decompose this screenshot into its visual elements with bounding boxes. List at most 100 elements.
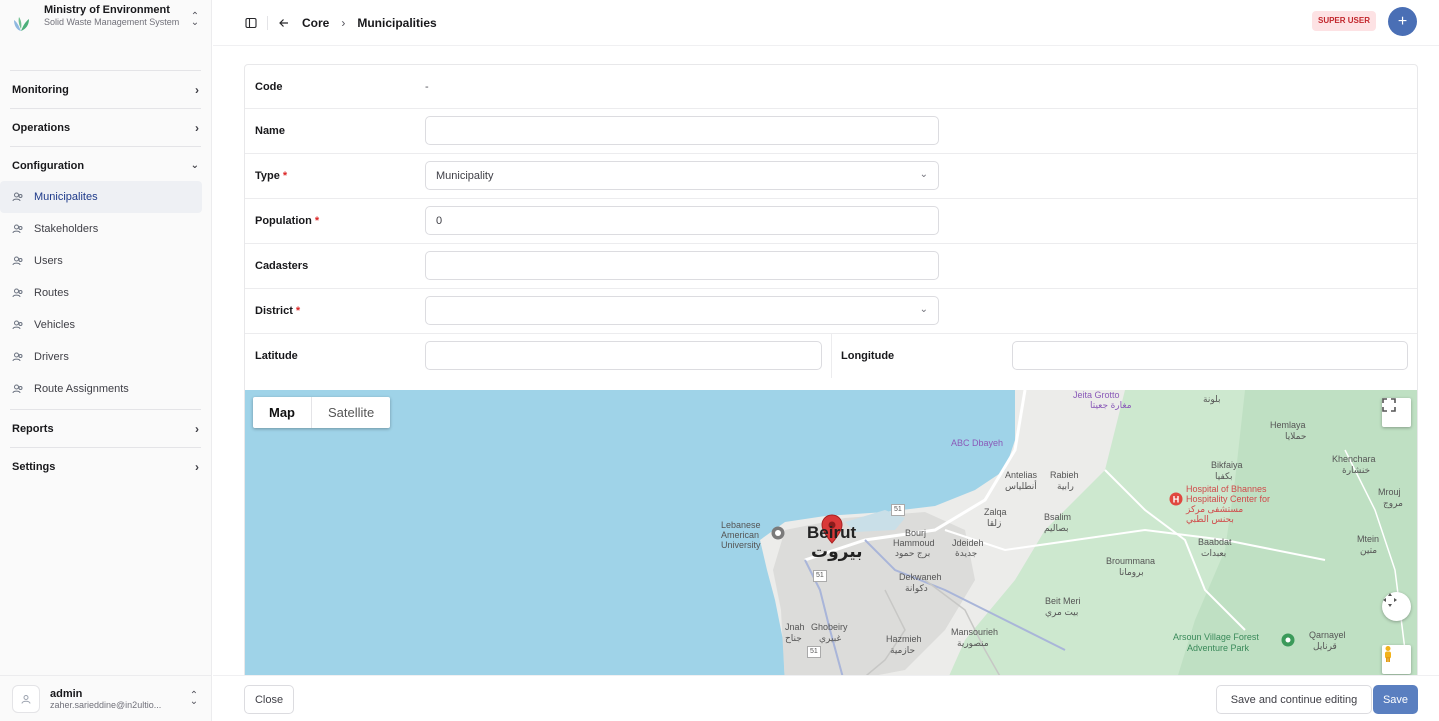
map-label: Hammoud [893, 538, 935, 548]
chevron-right-icon: › [195, 459, 199, 474]
map-label: ABC Dbayeh [951, 438, 1004, 448]
map-label: Mrouj [1378, 487, 1401, 497]
role-badge: SUPER USER [1311, 11, 1376, 31]
back-arrow-icon[interactable] [278, 17, 290, 29]
plus-icon[interactable]: + [1388, 7, 1417, 36]
sidebar-item-drivers[interactable]: Drivers [0, 341, 202, 373]
fullscreen-icon[interactable] [1382, 398, 1411, 427]
nav-group-reports[interactable]: Reports › [0, 410, 211, 447]
form-row-name: Name [245, 109, 1417, 154]
leaf-logo-icon [14, 17, 29, 31]
pan-control-icon[interactable] [1382, 592, 1411, 621]
map-label: بحنس الطبي [1186, 514, 1234, 524]
latitude-input[interactable] [425, 341, 822, 370]
population-input-value: 0 [436, 214, 443, 227]
svg-text:H: H [1173, 495, 1180, 505]
form-row-code: Code - [245, 65, 1417, 109]
save-and-continue-button[interactable]: Save and continue editing [1216, 685, 1372, 714]
map-label: برومانا [1119, 567, 1144, 577]
longitude-label: Longitude [841, 350, 895, 362]
sidebar-item-label: Drivers [34, 351, 69, 363]
map-label: 51 [891, 504, 905, 516]
map-label: Bsalim [1044, 512, 1072, 522]
map-tab-map[interactable]: Map [253, 397, 312, 428]
map-label: زلقا [987, 518, 1002, 528]
map-label: Mtein [1357, 534, 1380, 544]
brand-switcher[interactable]: Ministry of Environment Solid Waste Mana… [0, 0, 211, 48]
latitude-label: Latitude [255, 350, 298, 362]
population-input[interactable]: 0 [425, 206, 939, 235]
map-label: Hazmieh [886, 634, 922, 644]
type-label: Type * [255, 170, 287, 182]
chevron-right-icon: › [341, 15, 346, 30]
map-label: بكفيا [1215, 471, 1233, 481]
users-icon [11, 318, 25, 332]
avatar [12, 684, 40, 713]
population-label: Population * [255, 215, 319, 227]
user-menu[interactable]: admin zaher.sarieddine@in2ultio... ⌃ ⌄ [0, 675, 212, 721]
university-icon [771, 526, 785, 540]
map-label: حازمية [890, 645, 916, 655]
users-icon [11, 382, 25, 396]
sidebar-item-stakeholders[interactable]: Stakeholders [0, 213, 202, 245]
form-row-coordinates: Latitude Longitude [245, 334, 1417, 390]
map-label: بيت مري [1045, 607, 1079, 617]
map-label: Ghobeiry [811, 622, 848, 632]
pegman-icon[interactable] [1382, 645, 1411, 674]
sidebar-item-label: Municipalites [34, 191, 98, 203]
nav-group-label: Monitoring [12, 83, 69, 96]
name-input[interactable] [425, 116, 939, 145]
close-button[interactable]: Close [244, 685, 294, 714]
map-label-city: Beirut [807, 523, 857, 542]
municipality-form: Code - Name Type * Municipality ⌄ Populati… [244, 64, 1418, 684]
sidebar-item-route-assignments[interactable]: Route Assignments [0, 373, 202, 405]
sidebar-item-vehicles[interactable]: Vehicles [0, 309, 202, 341]
required-asterisk: * [314, 215, 320, 227]
column-divider [831, 334, 832, 378]
map-label: Rabieh [1050, 470, 1079, 480]
sidebar-item-routes[interactable]: Routes [0, 277, 202, 309]
sidebar-toggle-icon[interactable] [245, 17, 257, 29]
map-label: حملايا [1285, 431, 1307, 441]
map-label: بلونة [1203, 394, 1221, 404]
page-title: Municipalities [357, 15, 437, 30]
nav-group-operations[interactable]: Operations › [0, 109, 211, 146]
cadasters-input[interactable] [425, 251, 939, 280]
map-label: Adventure Park [1187, 643, 1250, 653]
form-footer: Close Save and continue editing Save [213, 675, 1439, 721]
map-label: Antelias [1005, 470, 1038, 480]
sidebar-item-label: Routes [34, 287, 69, 299]
form-row-type: Type * Municipality ⌄ [245, 154, 1417, 199]
chevron-right-icon: › [195, 421, 199, 436]
map-label: Lebanese [721, 520, 761, 530]
map-label: Jnah [785, 622, 805, 632]
district-select[interactable]: ⌄ [425, 296, 939, 325]
sidebar-item-label: Users [34, 255, 63, 267]
map-label: Baabdat [1198, 537, 1232, 547]
map-label: دكوانة [905, 583, 928, 593]
map-label: Hospital of Bhannes [1186, 484, 1267, 494]
location-map[interactable]: Map Satellite Jeita Grotto مغارة جعيتا ب… [245, 390, 1417, 683]
nav-group-label: Operations [12, 121, 71, 134]
save-button[interactable]: Save [1373, 685, 1418, 714]
breadcrumb-parent[interactable]: Core [302, 16, 329, 30]
users-icon [11, 286, 25, 300]
sidebar-item-municipalities[interactable]: Municipalites [0, 181, 202, 213]
sidebar-item-label: Route Assignments [34, 383, 129, 395]
code-label: Code [255, 81, 283, 93]
map-label: مستشفى مركز [1186, 504, 1244, 514]
chevron-down-icon: ⌄ [919, 169, 928, 180]
nav-group-monitoring[interactable]: Monitoring › [0, 71, 211, 108]
nav-group-configuration[interactable]: Configuration ⌄ [0, 147, 211, 184]
type-select[interactable]: Municipality ⌄ [425, 161, 939, 190]
map-tab-satellite[interactable]: Satellite [312, 397, 390, 428]
nav-group-label: Reports [12, 422, 54, 435]
map-label: بصاليم [1044, 523, 1069, 533]
type-select-value: Municipality [436, 169, 494, 182]
sidebar-item-users[interactable]: Users [0, 245, 202, 277]
longitude-input[interactable] [1012, 341, 1408, 370]
type-label-text: Type [255, 170, 280, 182]
chevron-right-icon: › [195, 120, 199, 135]
map-label: Mansourieh [951, 627, 999, 637]
nav-group-settings[interactable]: Settings › [0, 448, 211, 485]
